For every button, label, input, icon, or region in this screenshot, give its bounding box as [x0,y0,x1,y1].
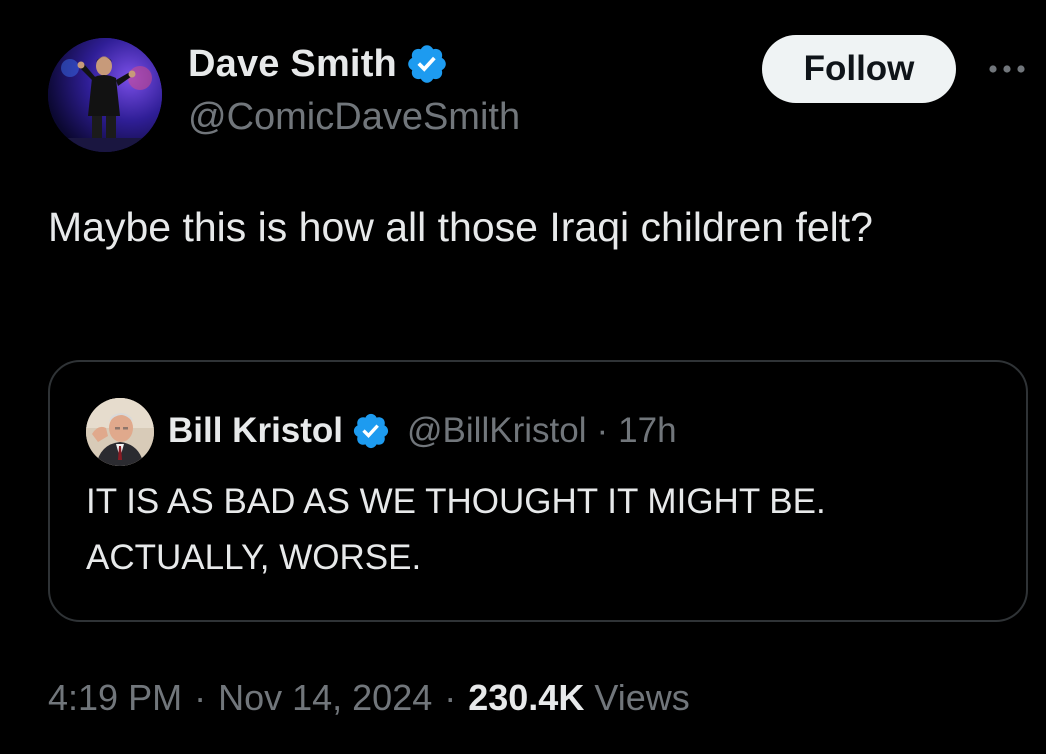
author-avatar[interactable] [48,38,162,152]
quoted-tweet[interactable]: Bill Kristol @BillKristol · 17h IT IS AS… [48,360,1028,622]
verified-badge-icon [405,42,449,86]
quoted-tweet-header: Bill Kristol @BillKristol · 17h [168,406,677,456]
author-name-row[interactable]: Dave Smith [188,40,449,88]
comedian-on-stage-avatar-icon [48,38,162,152]
quoted-timestamp[interactable]: 17h [618,411,676,451]
views-count: 230.4K [468,677,585,718]
tweet-card: Dave Smith @ComicDaveSmith Follow Maybe … [0,0,1046,754]
author-handle[interactable]: @ComicDaveSmith [188,96,520,139]
quoted-tweet-text: IT IS AS BAD AS WE THOUGHT IT MIGHT BE. … [86,482,826,577]
meta-separator: · [194,677,207,718]
follow-button[interactable]: Follow [762,35,956,103]
author-display-name[interactable]: Dave Smith [188,43,397,86]
views-label: Views [594,677,690,718]
quoted-author-avatar[interactable] [86,398,154,466]
tweet-meta: 4:19 PM · Nov 14, 2024 · 230.4K Views [48,672,690,724]
tweet-text: Maybe this is how all those Iraqi childr… [48,204,873,250]
quoted-author-handle[interactable]: @BillKristol [407,411,586,451]
quoted-verified-badge-icon [351,411,391,451]
quoted-separator: · [596,411,609,450]
tweet-date[interactable]: Nov 14, 2024 [218,677,432,719]
man-portrait-avatar-icon [86,398,154,466]
tweet-time[interactable]: 4:19 PM [48,677,182,719]
meta-separator: · [444,677,457,718]
more-options-icon[interactable] [984,54,1030,84]
quoted-author-display-name[interactable]: Bill Kristol [168,411,343,451]
